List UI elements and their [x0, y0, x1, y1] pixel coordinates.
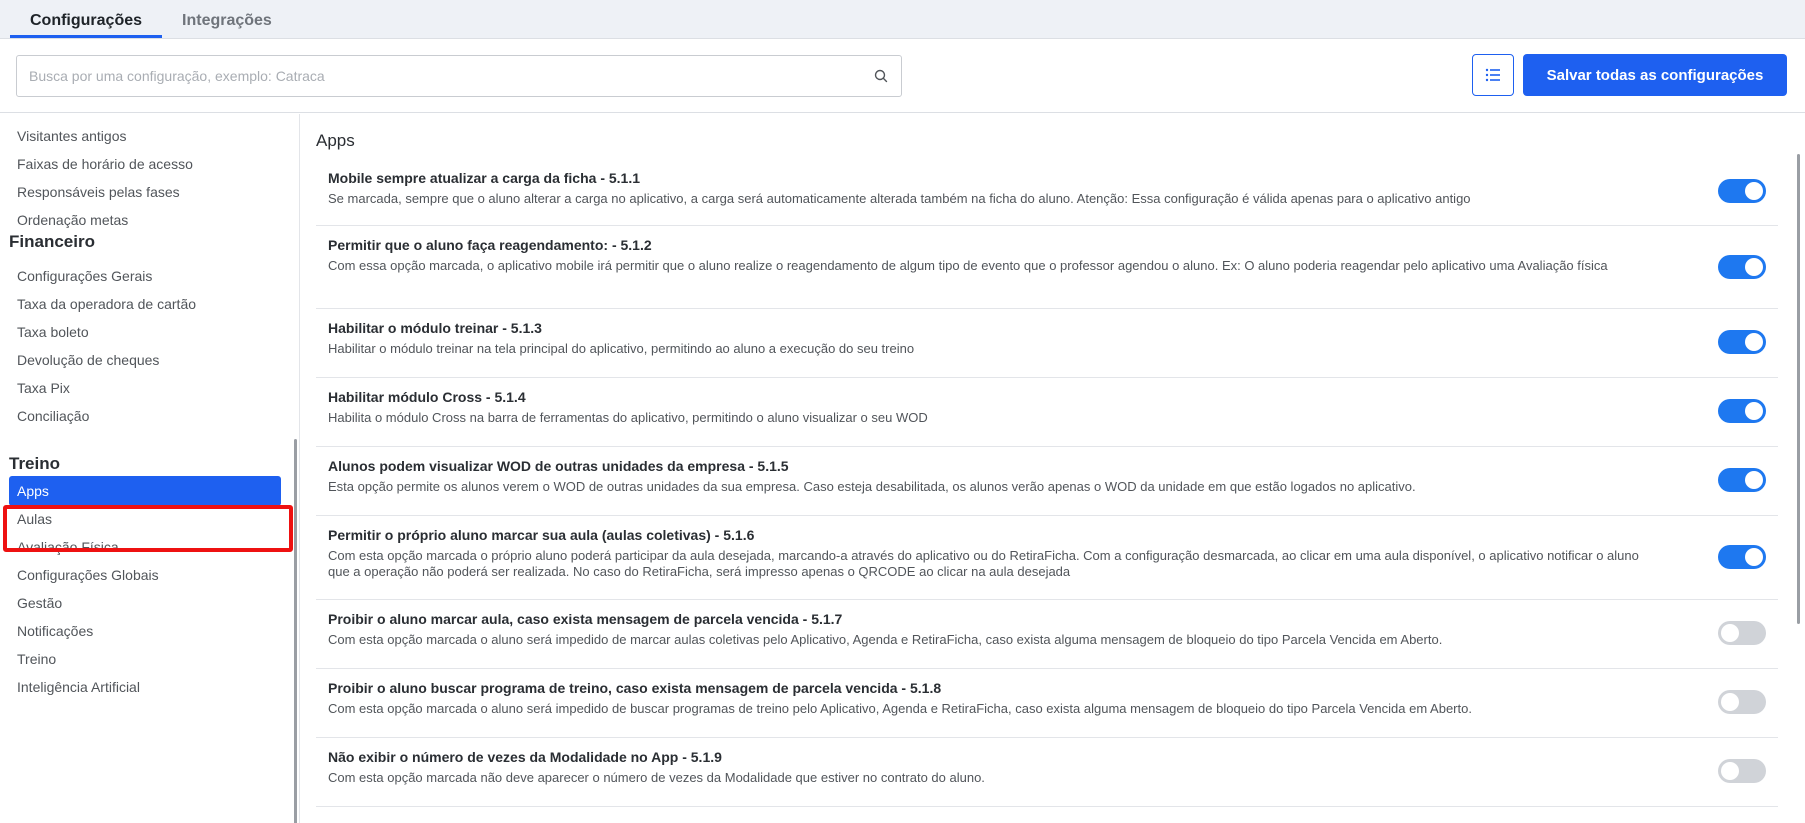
- sidebar-item-ordenacao-metas[interactable]: Ordenação metas: [9, 205, 281, 235]
- tab-integracoes[interactable]: Integrações: [162, 0, 292, 38]
- page-title: Apps: [316, 131, 355, 150]
- setting-row: Habilitar o módulo treinar - 5.1.3 Habil…: [316, 309, 1778, 378]
- setting-toggle[interactable]: [1718, 545, 1766, 569]
- sidebar-item-conciliacao[interactable]: Conciliação: [9, 401, 281, 431]
- sidebar-item-responsaveis-fases[interactable]: Responsáveis pelas fases: [9, 177, 281, 207]
- search-box: [16, 55, 902, 97]
- list-view-button[interactable]: [1472, 54, 1514, 96]
- sidebar-scrollbar[interactable]: [294, 439, 297, 823]
- setting-description: Esta opção permite os alunos verem o WOD…: [328, 479, 1416, 494]
- setting-title: Não exibir o número de vezes da Modalida…: [328, 749, 722, 765]
- setting-title: Habilitar o módulo treinar - 5.1.3: [328, 320, 542, 336]
- setting-toggle[interactable]: [1718, 468, 1766, 492]
- setting-description: Com essa opção marcada, o aplicativo mob…: [328, 258, 1608, 273]
- setting-title: Alunos podem visualizar WOD de outras un…: [328, 458, 789, 474]
- setting-row: Permitir que o aluno faça reagendamento:…: [316, 226, 1778, 309]
- toggle-knob: [1745, 182, 1763, 200]
- toggle-knob: [1721, 693, 1739, 711]
- setting-description: Se marcada, sempre que o aluno alterar a…: [328, 191, 1471, 206]
- setting-title: Proibir o aluno marcar aula, caso exista…: [328, 611, 843, 627]
- list-icon: [1485, 68, 1500, 82]
- sidebar-item-inteligencia-artificial[interactable]: Inteligência Artificial: [9, 672, 281, 702]
- sidebar-heading-financeiro: Financeiro: [9, 232, 95, 251]
- setting-toggle[interactable]: [1718, 759, 1766, 783]
- setting-row: Proibir o aluno marcar aula, caso exista…: [316, 600, 1778, 669]
- toggle-knob: [1721, 624, 1739, 642]
- sidebar-item-taxa-pix[interactable]: Taxa Pix: [9, 373, 281, 403]
- setting-toggle[interactable]: [1718, 690, 1766, 714]
- sidebar-item-taxa-boleto[interactable]: Taxa boleto: [9, 317, 281, 347]
- settings-panel: Salvar todas as configurações Visitantes…: [0, 38, 1805, 823]
- sidebar-item-configuracoes-gerais[interactable]: Configurações Gerais: [9, 261, 281, 291]
- toggle-knob: [1745, 471, 1763, 489]
- setting-title: Permitir que o aluno faça reagendamento:…: [328, 237, 652, 253]
- content-scrollbar[interactable]: [1797, 154, 1800, 624]
- sidebar-item-gestao[interactable]: Gestão: [9, 588, 281, 618]
- sidebar-item-configuracoes-globais[interactable]: Configurações Globais: [9, 560, 281, 590]
- setting-row: Habilitar módulo Cross - 5.1.4 Habilita …: [316, 378, 1778, 447]
- toggle-knob: [1745, 402, 1763, 420]
- toggle-knob: [1745, 258, 1763, 276]
- setting-toggle[interactable]: [1718, 179, 1766, 203]
- setting-description: Com esta opção marcada o próprio aluno p…: [328, 548, 1639, 579]
- sidebar-heading-treino: Treino: [9, 454, 61, 473]
- setting-row: Permitir o próprio aluno marcar sua aula…: [316, 516, 1778, 600]
- setting-description: Com esta opção marcada não deve aparecer…: [328, 770, 985, 785]
- search-input[interactable]: [17, 56, 857, 96]
- sidebar-item-treino[interactable]: Treino: [9, 644, 281, 674]
- setting-title: Permitir o próprio aluno marcar sua aula…: [328, 527, 755, 543]
- setting-row: Alunos podem visualizar WOD de outras un…: [316, 447, 1778, 516]
- save-all-button[interactable]: Salvar todas as configurações: [1523, 54, 1787, 96]
- setting-description: Habilitar o módulo treinar na tela princ…: [328, 341, 915, 356]
- setting-toggle[interactable]: [1718, 330, 1766, 354]
- setting-title: Proibir o aluno buscar programa de trein…: [328, 680, 942, 696]
- setting-title: Mobile sempre atualizar a carga da ficha…: [328, 170, 641, 186]
- toolbar: Salvar todas as configurações: [0, 39, 1805, 113]
- setting-row: Proibir o aluno buscar programa de trein…: [316, 669, 1778, 738]
- toggle-knob: [1745, 333, 1763, 351]
- setting-row: Mobile sempre atualizar a carga da ficha…: [316, 159, 1778, 226]
- setting-toggle[interactable]: [1718, 255, 1766, 279]
- sidebar-item-faixas-horario[interactable]: Faixas de horário de acesso: [9, 149, 281, 179]
- top-tabs: Configurações Integrações: [10, 0, 292, 38]
- toggle-knob: [1745, 548, 1763, 566]
- tab-configuracoes[interactable]: Configurações: [10, 0, 163, 38]
- sidebar-item-visitantes-antigos[interactable]: Visitantes antigos: [9, 121, 281, 151]
- sidebar-item-devolucao-cheques[interactable]: Devolução de cheques: [9, 345, 281, 375]
- setting-description: Com esta opção marcada o aluno será impe…: [328, 632, 1443, 647]
- search-icon[interactable]: [873, 68, 889, 84]
- sidebar-item-apps[interactable]: Apps: [9, 476, 281, 506]
- sidebar-item-taxa-operadora[interactable]: Taxa da operadora de cartão: [9, 289, 281, 319]
- selection-highlight-box: [3, 505, 293, 552]
- sidebar: Visitantes antigos Faixas de horário de …: [0, 114, 300, 823]
- setting-description: Com esta opção marcada o aluno será impe…: [328, 701, 1472, 716]
- setting-title: Habilitar módulo Cross - 5.1.4: [328, 389, 526, 405]
- setting-toggle[interactable]: [1718, 399, 1766, 423]
- setting-row: Não exibir o número de vezes da Modalida…: [316, 738, 1778, 807]
- setting-description: Habilita o módulo Cross na barra de ferr…: [328, 410, 928, 425]
- main-content: Apps Mobile sempre atualizar a carga da …: [300, 114, 1805, 823]
- sidebar-item-notificacoes[interactable]: Notificações: [9, 616, 281, 646]
- toggle-knob: [1721, 762, 1739, 780]
- setting-toggle[interactable]: [1718, 621, 1766, 645]
